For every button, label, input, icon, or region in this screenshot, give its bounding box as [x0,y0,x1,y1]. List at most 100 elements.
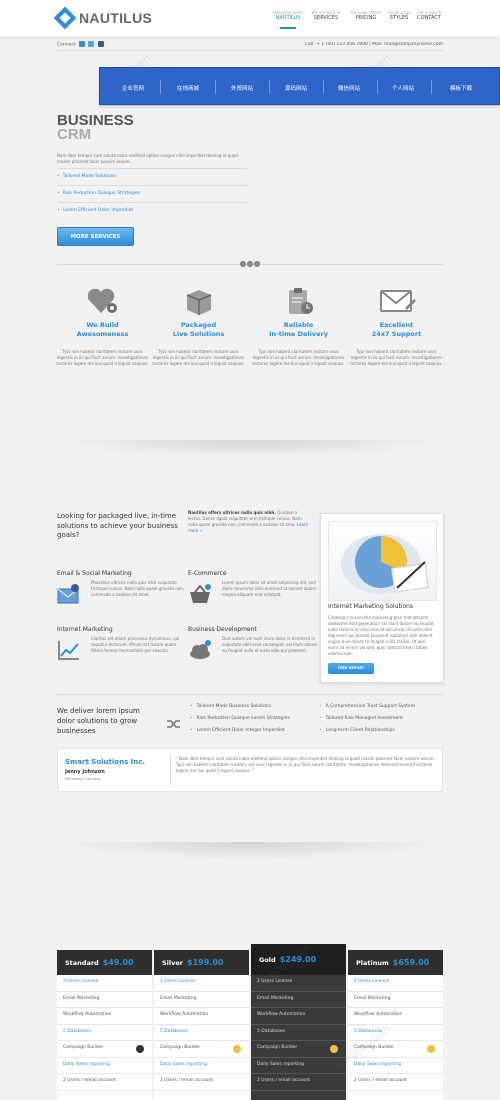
price-value: 199.00 [192,958,224,967]
slider-dot[interactable] [254,261,260,267]
feature-title: We Build Awesomeness [76,321,129,338]
marketing-card [320,513,444,683]
pricing-platinum: Platinum $659.00 2 Users License Email Ma… [348,950,443,1100]
section-shadow [60,440,440,458]
plan-header: Standard $49.00 [57,950,152,975]
pricing-gold: Gold $249.00 2 Users License Email Market… [251,944,346,1100]
plan-row: Workflow Automation [57,1008,152,1025]
plan-row: Daily Sales reporting [154,1058,249,1074]
smiley-icon [330,1045,338,1053]
plan-row: Email Marketing [57,992,152,1008]
facebook-icon[interactable] [97,41,104,47]
plan-row: Daily Sales reporting [348,1058,443,1074]
nav-item-home[interactable]: Welcome home NAUTILUS [273,10,303,29]
hero-list-item[interactable]: Lorem Efficient Dolor Imperdiet [57,202,247,220]
price-value: 249.00 [285,955,317,964]
shuffle-icon [167,714,181,733]
service-desc: Duis autem vel eum iriure dolor in hendr… [222,636,317,653]
free-report-button[interactable]: FREE REPORT [328,663,374,674]
plan-row: Workflow Automation [154,1008,249,1025]
feature-support: Excellent 24x7 Support Typi non habent c… [349,285,444,367]
feature-reliable: Reliable In-time Delivery Typi non haben… [251,285,346,367]
plan-row: 2 Users License [251,975,346,992]
nav-item-pricing[interactable]: Package offered PRICING [351,10,381,21]
linkedin-icon[interactable] [88,41,95,47]
nav-item-styles[interactable]: Single page STYLES [384,10,414,21]
divider [57,694,443,695]
section-shadow [60,842,440,860]
email-social-icon [57,583,81,605]
smiley-icon [233,1045,241,1053]
deliver-item: A Comprehensive Trust Support System [319,704,415,709]
banner-item[interactable]: 个人网站 [392,84,414,92]
testimonial-role: Marketing Executive [65,777,101,781]
plan-name: Standard [65,959,99,967]
nav-label: PRICING [355,15,377,21]
feature-desc: Typi non habent claritatem insitam usus … [56,349,149,366]
slider-dot[interactable] [247,261,253,267]
plan-row: 2 Users / email account [154,1074,249,1091]
plan-name: Gold [259,956,276,964]
deliver-item: Risk Reduction Quisque Lorem Strategies [190,716,290,721]
deliver-item: Lorem Efficient Dolor Integer Imperdiet [190,728,285,733]
hero-text: Nam liber tempor cum soluta nobis eleife… [57,153,238,164]
feature-desc: Typi non habent claritatem insitam usus … [152,349,245,366]
plan-price: $659.00 [393,958,429,967]
service-desc: Lorem ipsum dolor sit amet adipiscing el… [222,580,317,597]
plan-row: Campaign Builder [154,1041,249,1058]
plan-row: 5 Databases [348,1025,443,1041]
slider-dot[interactable] [240,261,246,267]
hero-list-item[interactable]: Risk Reduction Quisque Strategies [57,185,247,203]
testimonial-person: Jenny Johnson [65,769,105,775]
more-services-button[interactable]: MORE SERVICES [57,227,134,246]
banner-item[interactable]: 在线商城 [177,84,199,92]
banner-item[interactable]: 外贸网站 [231,84,253,92]
hero-title-sub: CRM [57,126,92,143]
plan-row: 5 Databases [57,1025,152,1041]
package-icon [151,285,246,317]
service-email: Email & Social Marketing Phasellus ultri… [57,570,187,620]
feature-desc: Typi non habent claritatem insitam usus … [350,349,443,366]
plan-row-label: Campaign Builder [354,1045,395,1050]
intro-heading: Looking for packaged live, in-time solut… [57,512,178,539]
plan-price: $199.00 [187,958,223,967]
clipboard-clock-icon [251,285,346,317]
feature-packaged: Packaged Live Solutions Typi non habent … [151,285,246,367]
nav-label: NAUTILUS [275,15,301,21]
logo-name: NAUTILUS [79,10,153,26]
plan-row: Workflow Automation [348,1008,443,1025]
twitter-icon[interactable] [79,41,86,47]
banner-item[interactable]: 微信网站 [338,84,360,92]
service-title: Business Development [188,626,257,633]
deliver-item: Tailored Risk Managed Investment [319,716,403,721]
logo[interactable]: NAUTILUS [53,6,153,30]
deliver-item: Long-term Client Relationships [319,728,395,733]
basket-icon [188,583,212,605]
envelope-icon [349,285,444,317]
testimonial-divider [170,754,171,786]
promo-banner: 企业官网 在线商城 外贸网站 源码网站 微信网站 个人网站 模板下载 [99,67,500,105]
deliver-item: Tailored Made Business Solutions [190,704,271,709]
banner-item[interactable]: 模板下载 [450,84,472,92]
nav-label: STYLES [389,15,409,21]
plan-header: Gold $249.00 [251,944,346,975]
plan-row: 5 Databases [251,1025,346,1041]
price-value: 659.00 [398,958,430,967]
plan-row-label: Campaign Builder [160,1045,201,1050]
plan-row: 2 Users / email account [251,1074,346,1091]
card-desc: Creating a successful marketing plan tha… [328,615,434,656]
service-business: Business Development Duis autem vel eum … [188,626,318,676]
plan-price: $249.00 [280,955,316,964]
plan-name: Silver [162,959,183,967]
plan-row-label: Campaign Builder [257,1045,298,1050]
hero-list-item[interactable]: Tailored Made Solutions [57,168,247,186]
feature-title: Reliable In-time Delivery [269,321,328,338]
logo-mark-icon [53,6,77,30]
banner-item[interactable]: 企业官网 [122,84,144,92]
service-title: Email & Social Marketing [57,570,132,577]
nav-item-contact[interactable]: Get in touch CONTACT [414,10,444,21]
nav-item-services[interactable]: We are best at SERVICES [311,10,341,21]
banner-divider [269,80,270,94]
banner-item[interactable]: 源码网站 [285,84,307,92]
plan-row: Email Marketing [348,992,443,1008]
